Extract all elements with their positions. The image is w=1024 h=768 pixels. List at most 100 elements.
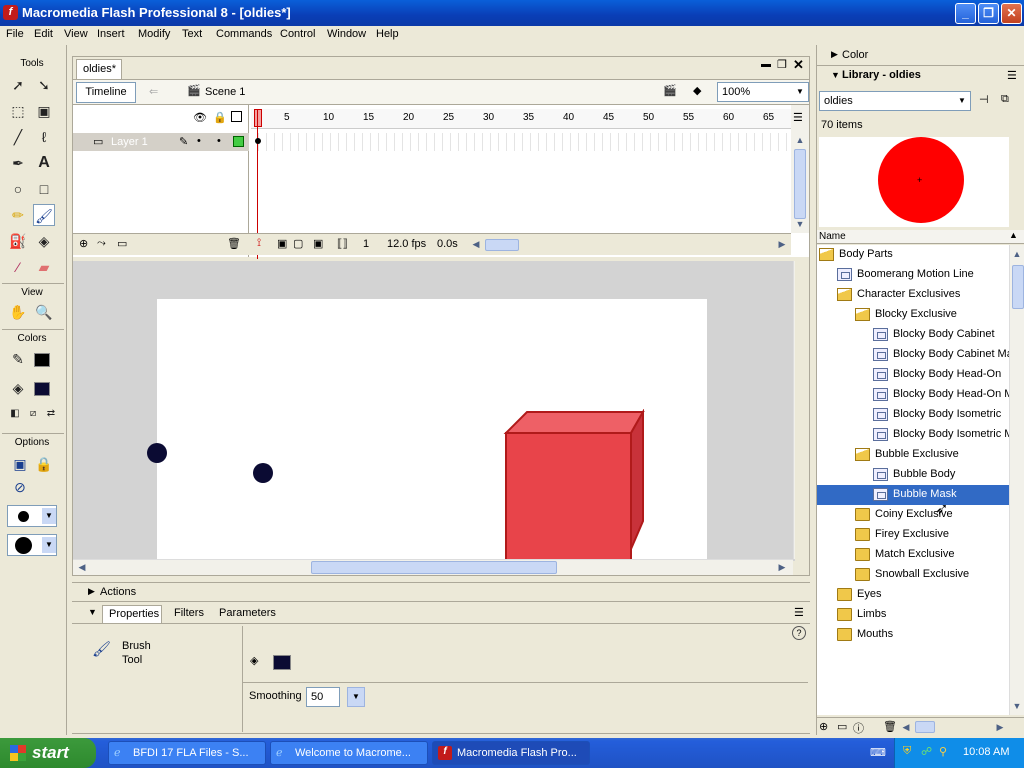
zoom-tool-icon[interactable]: 🔍 (33, 301, 55, 323)
document-tab[interactable]: oldies* (76, 59, 122, 79)
library-hscroll-thumb[interactable] (915, 721, 935, 733)
visibility-dot-icon[interactable]: • (197, 135, 201, 147)
layer-row[interactable]: ▭ Layer 1 ✎ • • (73, 133, 249, 151)
menu-file[interactable]: File (6, 28, 24, 40)
scroll-up-icon[interactable]: ▲ (1010, 247, 1024, 261)
outline-icon[interactable] (231, 111, 242, 122)
actions-panel-bar[interactable]: ▶ Actions (72, 582, 810, 602)
stage-dot[interactable] (147, 443, 167, 463)
pen-tool-icon[interactable]: ✒ (7, 152, 29, 174)
tab-properties[interactable]: Properties (102, 605, 162, 623)
library-item[interactable]: Mouths (817, 625, 1009, 645)
menu-insert[interactable]: Insert (97, 28, 125, 40)
line-tool-icon[interactable]: ╱ (7, 126, 29, 148)
timeline-vscroll[interactable]: ☰ ▲ ▼ (791, 105, 809, 233)
doc-close-icon[interactable]: ✕ (793, 57, 804, 73)
library-item[interactable]: Limbs (817, 605, 1009, 625)
delete-layer-icon[interactable]: 🗑 (227, 237, 241, 250)
security-shield-icon[interactable]: ⛨ (903, 745, 911, 758)
rectangle-tool-icon[interactable]: □ (33, 178, 55, 200)
brush-size-dropdown[interactable]: ▼ (7, 505, 57, 527)
selection-tool-icon[interactable]: ➚ (7, 74, 29, 96)
menu-edit[interactable]: Edit (34, 28, 53, 40)
menu-commands[interactable]: Commands (216, 28, 272, 40)
collapse-arrow-icon[interactable]: ▼ (831, 70, 840, 80)
new-folder-icon[interactable]: ▭ (837, 720, 847, 733)
collapse-arrow-icon[interactable]: ▼ (88, 607, 97, 617)
scene-label[interactable]: Scene 1 (205, 86, 245, 98)
subselection-tool-icon[interactable]: ➘ (33, 74, 55, 96)
delete-icon[interactable]: 🗑 (883, 720, 897, 733)
onion-markers-icon[interactable]: ⟦⟧ (337, 237, 348, 250)
stage-vscroll[interactable]: ▲ ▼ (793, 261, 795, 559)
name-column-header[interactable]: Name (819, 231, 846, 242)
properties-icon[interactable]: ⓘ (853, 720, 864, 736)
library-item[interactable]: Blocky Body Cabinet Ma (817, 345, 1009, 365)
eyedropper-tool-icon[interactable]: ⁄ (7, 256, 29, 278)
insert-folder-icon[interactable]: ▭ (117, 237, 127, 250)
menu-view[interactable]: View (64, 28, 88, 40)
ink-bottle-tool-icon[interactable]: ⛽ (7, 230, 29, 252)
library-item[interactable]: Blocky Body Cabinet (817, 325, 1009, 345)
fill-color-swatch[interactable] (273, 655, 291, 670)
menu-help[interactable]: Help (376, 28, 399, 40)
library-item[interactable]: Blocky Body Head-On (817, 365, 1009, 385)
library-vscroll-thumb[interactable] (1012, 265, 1024, 309)
insert-layer-icon[interactable]: ⊕ (79, 237, 88, 250)
frame-row[interactable] (251, 133, 791, 151)
library-item[interactable]: Blocky Body Head-On M (817, 385, 1009, 405)
timeline-vscroll-thumb[interactable] (794, 149, 806, 219)
zoom-select[interactable]: 100% ▼ (717, 82, 809, 102)
scroll-down-icon[interactable]: ▼ (793, 217, 807, 231)
center-frame-icon[interactable]: ⟟ (257, 237, 261, 250)
edit-symbols-icon[interactable]: ◆ (693, 84, 701, 97)
color-panel-label[interactable]: Color (842, 49, 868, 61)
minimize-button[interactable]: _ (955, 3, 976, 24)
hand-tool-icon[interactable]: ✋ (7, 301, 29, 323)
doc-min-icon[interactable]: ▬ (761, 59, 771, 70)
timeline-hscroll-thumb[interactable] (485, 239, 519, 251)
pencil-tool-icon[interactable]: ✏ (7, 204, 29, 226)
network-icon[interactable]: ☍ (921, 745, 932, 758)
onion-skin-icon[interactable]: ▣ (277, 237, 287, 250)
stroke-color-swatch[interactable] (34, 353, 50, 367)
taskbar-item[interactable]: ℯ Welcome to Macrome... (270, 741, 428, 765)
fill-color-swatch[interactable] (34, 382, 50, 396)
close-button[interactable]: ✕ (1001, 3, 1022, 24)
tab-filters[interactable]: Filters (174, 607, 204, 619)
scroll-left-icon[interactable]: ◀ (899, 720, 913, 734)
text-tool-icon[interactable]: A (33, 152, 55, 174)
lasso-tool-icon[interactable]: ℓ (33, 126, 55, 148)
scroll-down-icon[interactable]: ▼ (1010, 699, 1024, 713)
help-icon[interactable]: ? (792, 626, 806, 640)
fill-transform-tool-icon[interactable]: ▣ (33, 100, 55, 122)
pin-library-icon[interactable]: ⊣ (979, 93, 989, 106)
library-select[interactable]: oldies ▼ (819, 91, 971, 111)
stage-workspace[interactable]: ▲ ▼ (73, 261, 795, 561)
start-button[interactable]: start (0, 738, 96, 768)
new-library-panel-icon[interactable]: ⧉ (1001, 93, 1009, 106)
add-motion-guide-icon[interactable]: ⤳ (97, 237, 106, 250)
lock-fill-icon[interactable]: 🔒 (33, 453, 55, 475)
menu-modify[interactable]: Modify (138, 28, 170, 40)
tab-parameters[interactable]: Parameters (219, 607, 276, 619)
brush-shape-dropdown[interactable]: ▼ (7, 534, 57, 556)
swap-colors-icon[interactable]: ⇄ (40, 403, 62, 425)
library-item[interactable]: Snowball Exclusive (817, 565, 1009, 585)
stage-canvas[interactable] (147, 299, 707, 561)
brush-mode-icon[interactable]: ▣ (9, 453, 31, 475)
lock-dot-icon[interactable]: • (217, 135, 221, 147)
taskbar-item[interactable]: ℯ BFDI 17 FLA Files - S... (108, 741, 266, 765)
taskbar-item-active[interactable]: f Macromedia Flash Pro... (432, 741, 590, 765)
brush-tool-icon[interactable]: 🖌 (33, 204, 55, 226)
maximize-button[interactable]: ❐ (978, 3, 999, 24)
edit-scene-icon[interactable]: 🎬 (663, 84, 677, 97)
menu-window[interactable]: Window (327, 28, 366, 40)
scroll-down-icon[interactable]: ▼ (794, 543, 795, 557)
lock-icon[interactable]: 🔒 (213, 111, 227, 124)
library-item[interactable]: Blocky Body Isometric (817, 405, 1009, 425)
library-item[interactable]: Firey Exclusive (817, 525, 1009, 545)
back-arrow-icon[interactable]: ⇐ (149, 85, 158, 98)
edit-multiple-icon[interactable]: ▣ (313, 237, 323, 250)
stage-hscroll[interactable]: ◀ ▶ (73, 559, 793, 575)
